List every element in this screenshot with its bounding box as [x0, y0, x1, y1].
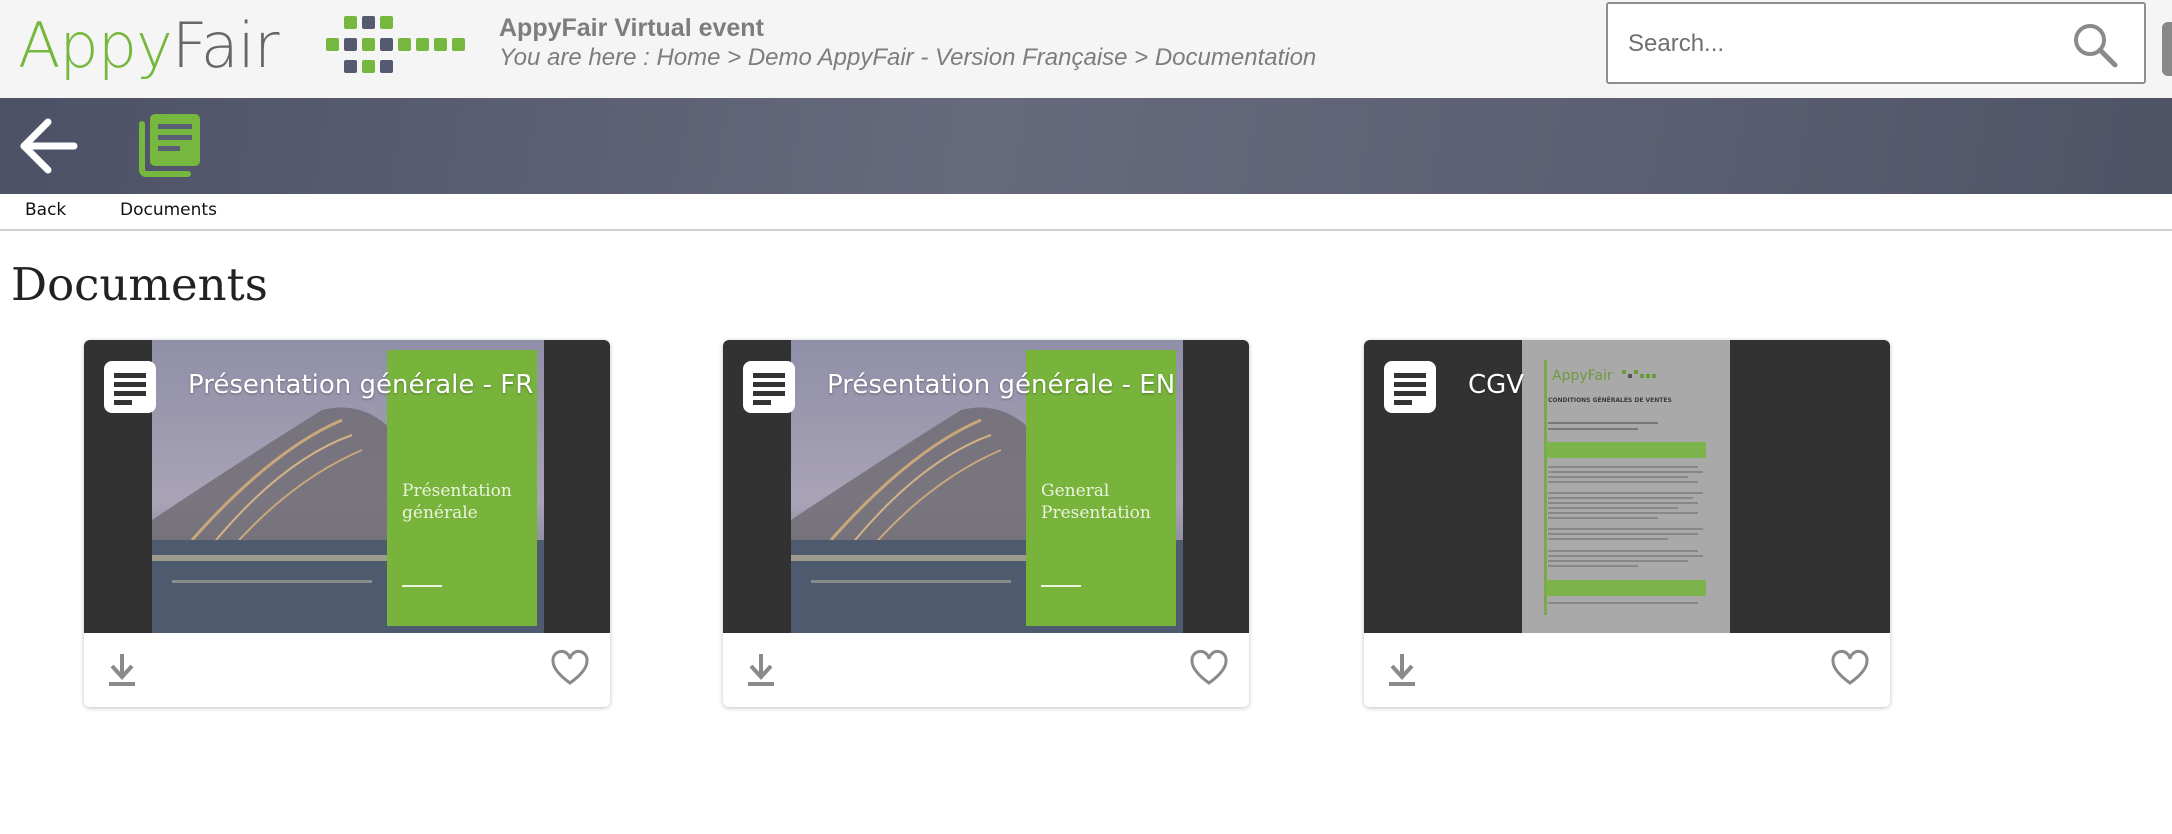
top-header: AppyFair AppyFair Virtual event You are …	[0, 0, 2172, 98]
page-title: Documents	[11, 258, 268, 311]
svg-text:Presentation: Presentation	[1041, 503, 1151, 523]
card-title[interactable]: Présentation générale - FR	[188, 370, 533, 400]
document-thumbnail[interactable]: Présentation générale Présentation génér…	[84, 340, 610, 633]
documents-label[interactable]: Documents	[120, 200, 217, 220]
card-actions	[1364, 633, 1890, 707]
document-thumbnail[interactable]: AppyFair CONDITIONS GÉNÉRALES DE VENTES	[1364, 340, 1890, 633]
document-icon	[104, 361, 156, 413]
toolbar-labels: Back Documents	[0, 194, 2172, 231]
documents-icon[interactable]	[136, 110, 204, 178]
download-icon[interactable]	[745, 650, 777, 690]
document-card[interactable]: General Presentation Présentation généra…	[723, 340, 1249, 707]
toolbar	[0, 98, 2172, 194]
document-thumbnail[interactable]: General Presentation Présentation généra…	[723, 340, 1249, 633]
logo-dots-icon	[326, 16, 465, 73]
appyfair-logo[interactable]: AppyFair	[18, 6, 465, 86]
card-actions	[723, 633, 1249, 707]
document-icon	[743, 361, 795, 413]
heart-icon[interactable]	[1830, 649, 1870, 687]
svg-text:générale: générale	[402, 503, 478, 523]
event-title: AppyFair Virtual event	[499, 14, 764, 42]
back-label[interactable]: Back	[25, 200, 66, 220]
card-actions	[84, 633, 610, 707]
card-title[interactable]: Présentation générale - EN	[827, 370, 1175, 400]
svg-text:AppyFair: AppyFair	[1552, 368, 1613, 384]
search-icon[interactable]	[2070, 20, 2120, 70]
logo-wordmark-fair: Fair	[171, 9, 280, 82]
logo-wordmark: AppyFair	[18, 15, 280, 77]
card-title[interactable]: CGV	[1468, 370, 1524, 400]
search-box[interactable]	[1606, 2, 2146, 84]
document-card[interactable]: AppyFair CONDITIONS GÉNÉRALES DE VENTES	[1364, 340, 1890, 707]
svg-text:CONDITIONS GÉNÉRALES DE VENTES: CONDITIONS GÉNÉRALES DE VENTES	[1548, 396, 1672, 404]
heart-icon[interactable]	[1189, 649, 1229, 687]
cgv-page-preview-image: AppyFair CONDITIONS GÉNÉRALES DE VENTES	[1522, 340, 1730, 633]
document-icon	[1384, 361, 1436, 413]
header-crumbs: AppyFair Virtual event You are here : Ho…	[499, 14, 1316, 73]
header-scroll-handle[interactable]	[2162, 22, 2172, 76]
document-card[interactable]: Présentation générale Présentation génér…	[84, 340, 610, 707]
svg-text:General: General	[1041, 481, 1109, 501]
search-input[interactable]	[1628, 24, 2028, 64]
download-icon[interactable]	[1386, 650, 1418, 690]
breadcrumb[interactable]: You are here : Home > Demo AppyFair - Ve…	[499, 43, 1316, 73]
arrow-left-icon[interactable]	[18, 116, 80, 176]
logo-wordmark-appy: Appy	[18, 9, 173, 82]
heart-icon[interactable]	[550, 649, 590, 687]
download-icon[interactable]	[106, 650, 138, 690]
cover-text: Présentation	[402, 481, 512, 501]
